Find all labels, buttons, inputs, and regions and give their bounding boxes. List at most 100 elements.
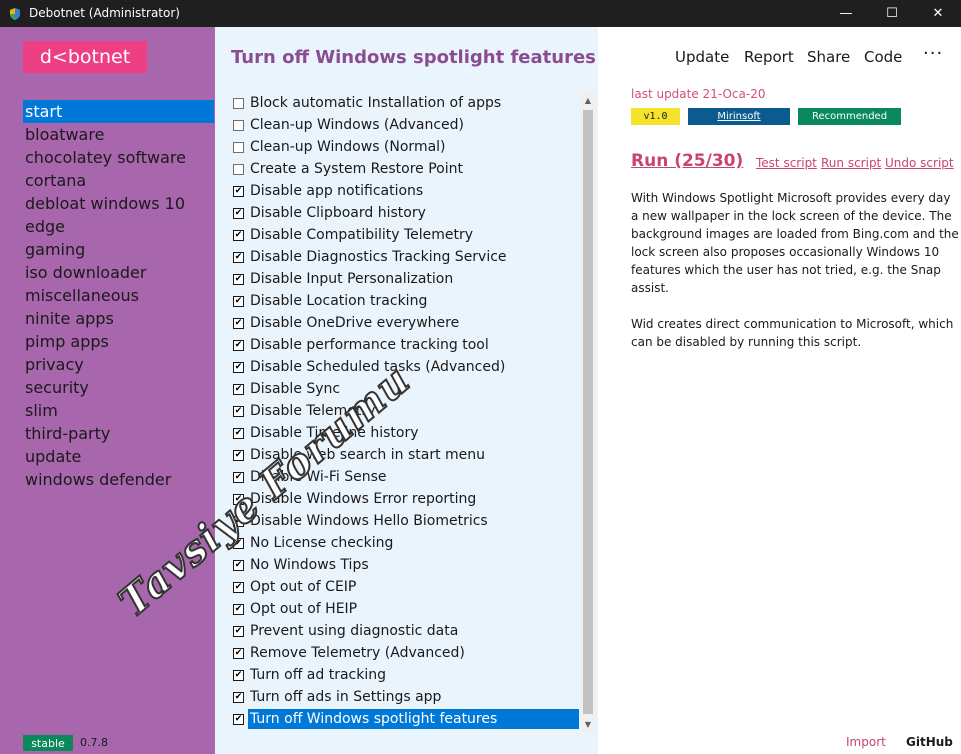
list-item[interactable]: ✔ Disable performance tracking tool — [231, 334, 579, 356]
checkbox-checked[interactable]: ✔ — [233, 207, 244, 219]
scroll-up-icon[interactable]: ▲ — [580, 92, 596, 108]
more-options-icon[interactable]: ··· — [923, 43, 943, 64]
maximize-button[interactable]: ☐ — [869, 0, 915, 27]
list-item[interactable]: ✔ Disable OneDrive everywhere — [231, 312, 579, 334]
checkbox-checked[interactable]: ✔ — [233, 449, 244, 461]
list-item[interactable]: ✔ Disable Windows Hello Biometrics — [231, 510, 579, 532]
sidebar-item-start[interactable]: start — [23, 100, 214, 123]
sidebar-item-bloatware[interactable]: bloatware — [23, 123, 214, 146]
description-paragraph: Wid creates direct communication to Micr… — [631, 317, 954, 349]
checkbox-checked[interactable]: ✔ — [233, 559, 244, 571]
checkmark-icon: ✔ — [234, 427, 243, 438]
sidebar-item-security[interactable]: security — [23, 376, 214, 399]
sidebar-item-miscellaneous[interactable]: miscellaneous — [23, 284, 214, 307]
checkbox-checked[interactable]: ✔ — [233, 603, 244, 615]
list-item[interactable]: ✔ Disable Compatibility Telemetry — [231, 224, 579, 246]
minimize-button[interactable]: — — [823, 0, 869, 27]
last-update-text: last update 21-Oca-20 — [631, 87, 766, 101]
sidebar-item-privacy[interactable]: privacy — [23, 353, 214, 376]
recommended-badge: Recommended — [798, 108, 901, 125]
menu-share[interactable]: Share — [807, 48, 850, 66]
list-item[interactable]: ✔ No Windows Tips — [231, 554, 579, 576]
checkbox-checked[interactable]: ✔ — [233, 713, 244, 725]
checkbox-unchecked[interactable] — [233, 141, 244, 153]
checkbox-checked[interactable]: ✔ — [233, 427, 244, 439]
run-script-link[interactable]: Run script — [821, 156, 881, 170]
list-item-label: Disable Clipboard history — [250, 205, 426, 221]
list-item-label: Block automatic Installation of apps — [250, 95, 502, 111]
checkbox-checked[interactable]: ✔ — [233, 405, 244, 417]
list-item[interactable]: ✔ Disable Input Personalization — [231, 268, 579, 290]
sidebar-item-slim[interactable]: slim — [23, 399, 214, 422]
sidebar-item-iso-downloader[interactable]: iso downloader — [23, 261, 214, 284]
list-item-label: Disable performance tracking tool — [250, 337, 489, 353]
checkbox-checked[interactable]: ✔ — [233, 691, 244, 703]
sidebar-item-windows-defender[interactable]: windows defender — [23, 468, 214, 491]
checkbox-checked[interactable]: ✔ — [233, 273, 244, 285]
checkbox-checked[interactable]: ✔ — [233, 229, 244, 241]
list-scrollbar[interactable]: ▲ ▼ — [580, 92, 596, 732]
sidebar-item-debloat-windows-10[interactable]: debloat windows 10 — [23, 192, 214, 215]
sidebar-item-third-party[interactable]: third-party — [23, 422, 214, 445]
list-item[interactable]: ✔ Disable Diagnostics Tracking Service — [231, 246, 579, 268]
run-button[interactable]: Run (25/30) — [631, 151, 743, 171]
checkbox-checked[interactable]: ✔ — [233, 669, 244, 681]
import-link[interactable]: Import — [846, 735, 886, 749]
list-item[interactable]: ✔ Turn off ad tracking — [231, 664, 579, 686]
list-item[interactable]: ✔ Disable Timeline history — [231, 422, 579, 444]
menu-report[interactable]: Report — [744, 48, 794, 66]
checkbox-checked[interactable]: ✔ — [233, 625, 244, 637]
checkbox-checked[interactable]: ✔ — [233, 339, 244, 351]
sidebar-item-edge[interactable]: edge — [23, 215, 214, 238]
checkbox-unchecked[interactable] — [233, 163, 244, 175]
checkbox-checked[interactable]: ✔ — [233, 647, 244, 659]
list-item[interactable]: ✔ Opt out of HEIP — [231, 598, 579, 620]
checkmark-icon: ✔ — [234, 251, 243, 262]
menu-update[interactable]: Update — [675, 48, 729, 66]
list-item[interactable]: Create a System Restore Point — [231, 158, 579, 180]
list-item[interactable]: Clean-up Windows (Normal) — [231, 136, 579, 158]
sidebar-item-pimp-apps[interactable]: pimp apps — [23, 330, 214, 353]
checkbox-unchecked[interactable] — [233, 97, 244, 109]
undo-script-link[interactable]: Undo script — [885, 156, 954, 170]
sidebar-item-chocolatey-software[interactable]: chocolatey software — [23, 146, 214, 169]
checkbox-checked[interactable]: ✔ — [233, 185, 244, 197]
list-item[interactable]: Block automatic Installation of apps — [231, 92, 579, 114]
list-item[interactable]: ✔ Turn off Windows spotlight features — [231, 708, 579, 730]
list-item-label: Disable Compatibility Telemetry — [250, 227, 474, 243]
checkbox-checked[interactable]: ✔ — [233, 295, 244, 307]
checkbox-checked[interactable]: ✔ — [233, 383, 244, 395]
list-item[interactable]: ✔ Disable Location tracking — [231, 290, 579, 312]
checkbox-checked[interactable]: ✔ — [233, 251, 244, 263]
list-item-label: Opt out of HEIP — [250, 601, 358, 617]
author-link[interactable]: Mirinsoft — [688, 108, 790, 125]
test-script-link[interactable]: Test script — [756, 156, 817, 170]
menu-code[interactable]: Code — [864, 48, 902, 66]
scrollbar-thumb[interactable] — [583, 110, 593, 714]
list-item[interactable]: ✔ Remove Telemetry (Advanced) — [231, 642, 579, 664]
list-item[interactable]: ✔ Turn off ads in Settings app — [231, 686, 579, 708]
checkmark-icon: ✔ — [234, 603, 243, 614]
list-item[interactable]: ✔ No License checking — [231, 532, 579, 554]
checkbox-checked[interactable]: ✔ — [233, 581, 244, 593]
sidebar-item-update[interactable]: update — [23, 445, 214, 468]
checkbox-checked[interactable]: ✔ — [233, 317, 244, 329]
sidebar-item-cortana[interactable]: cortana — [23, 169, 214, 192]
sidebar-item-gaming[interactable]: gaming — [23, 238, 214, 261]
list-item[interactable]: Clean-up Windows (Advanced) — [231, 114, 579, 136]
list-item[interactable]: ✔ Disable app notifications — [231, 180, 579, 202]
sidebar-item-ninite-apps[interactable]: ninite apps — [23, 307, 214, 330]
window-title: Debotnet (Administrator) — [29, 6, 180, 20]
close-button[interactable]: ✕ — [915, 0, 961, 27]
list-item-label: Create a System Restore Point — [250, 161, 463, 177]
scroll-down-icon[interactable]: ▼ — [580, 716, 596, 732]
checkmark-icon: ✔ — [234, 339, 243, 350]
list-item-label: Turn off ad tracking — [250, 667, 386, 683]
checkbox-checked[interactable]: ✔ — [233, 361, 244, 373]
list-item-label: No License checking — [250, 535, 394, 551]
list-item[interactable]: ✔ Opt out of CEIP — [231, 576, 579, 598]
list-item[interactable]: ✔ Disable Clipboard history — [231, 202, 579, 224]
list-item[interactable]: ✔ Prevent using diagnostic data — [231, 620, 579, 642]
github-link[interactable]: GitHub — [906, 735, 953, 749]
checkbox-unchecked[interactable] — [233, 119, 244, 131]
